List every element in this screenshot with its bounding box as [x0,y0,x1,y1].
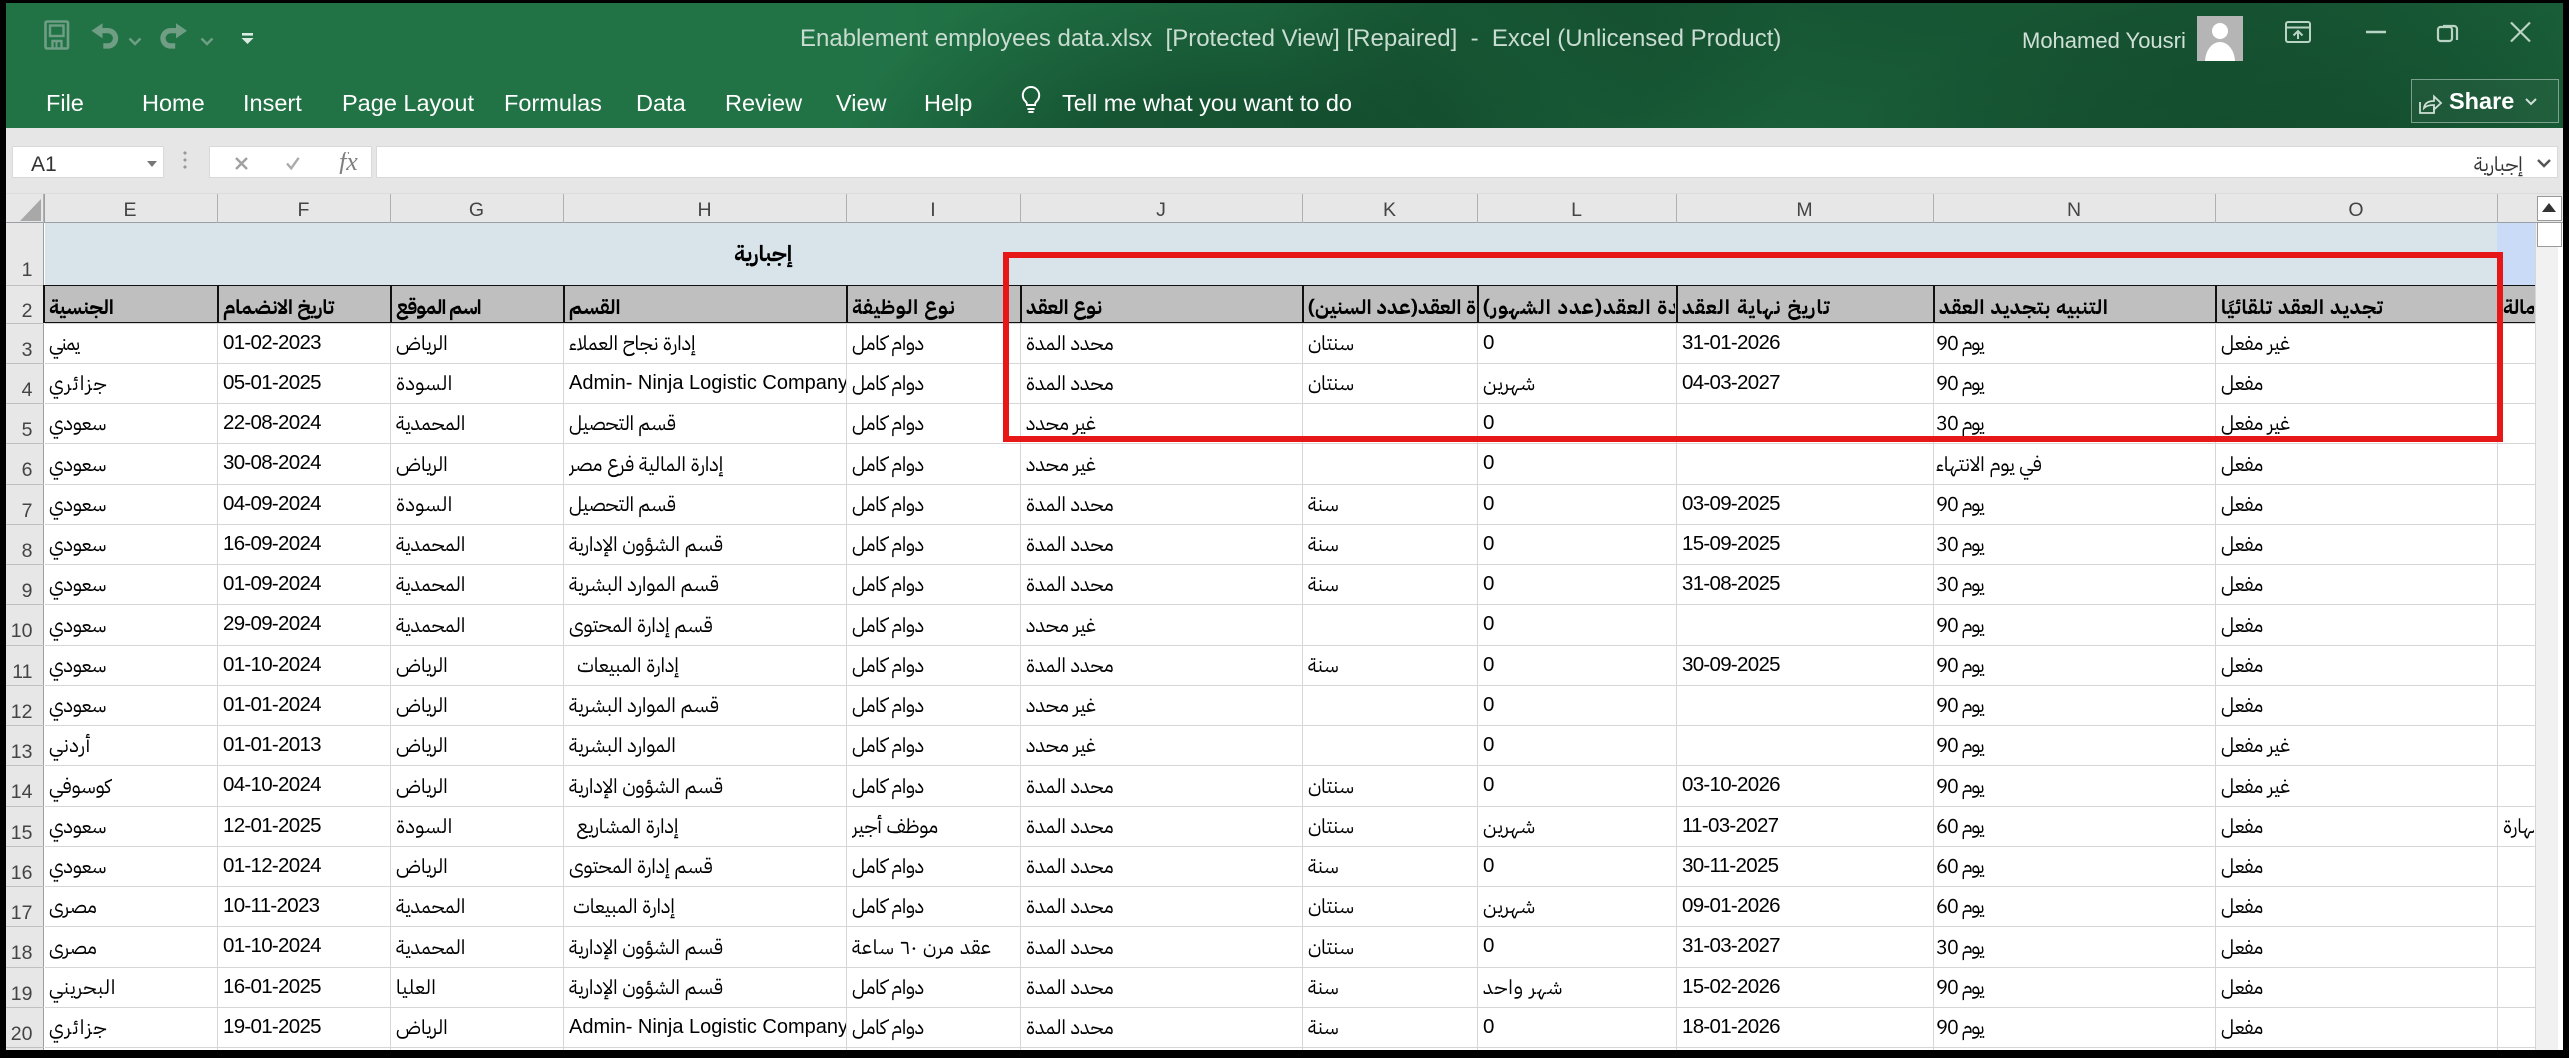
svg-text:fx: fx [339,152,358,174]
